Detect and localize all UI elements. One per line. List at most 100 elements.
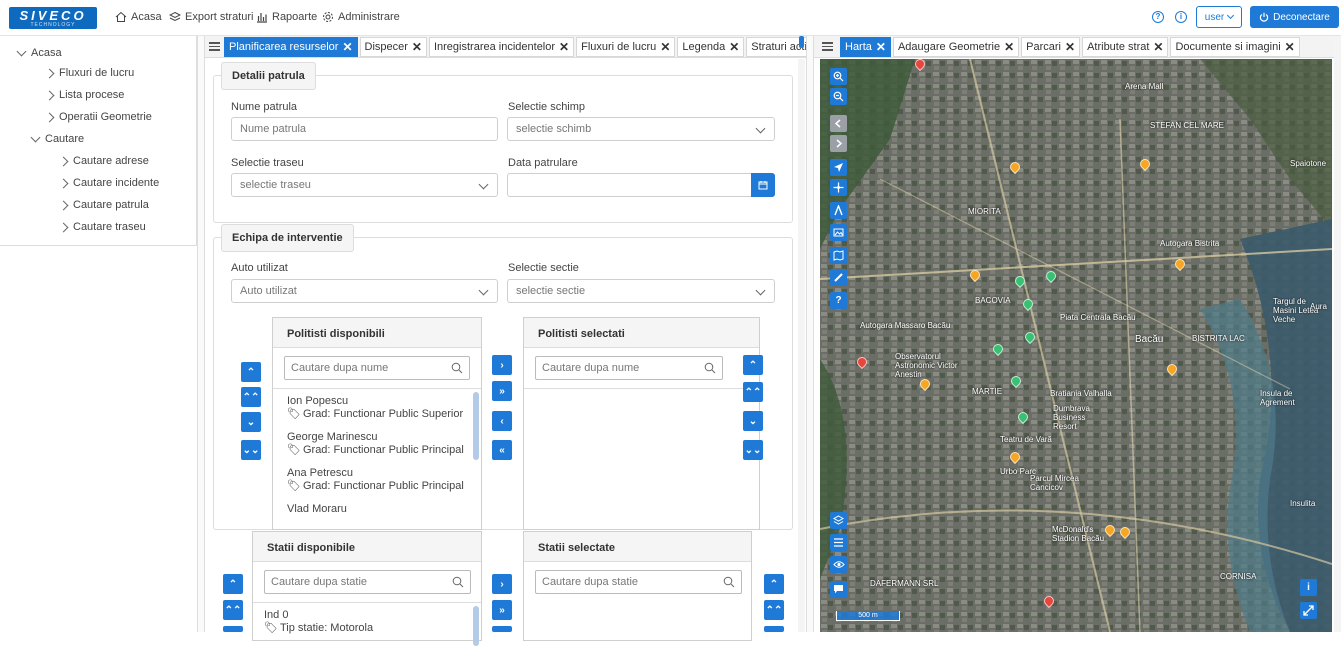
move-top-button[interactable]: ⌃⌃	[241, 387, 261, 407]
sidebar-item-procese[interactable]: Lista procese	[44, 89, 124, 101]
splitter-right[interactable]	[806, 36, 814, 632]
logout-button[interactable]: Deconectare	[1250, 6, 1339, 28]
image-icon[interactable]	[830, 224, 847, 241]
list-item[interactable]: Vlad Moraru	[287, 503, 347, 516]
close-icon[interactable]: ✕	[876, 40, 886, 54]
sidebar-item-geometrie[interactable]: Operatii Geometrie	[44, 111, 152, 123]
sidebar-item-cautare-adrese[interactable]: Cautare adrese	[58, 155, 149, 167]
list-item[interactable]: Ind 0 🏷 Tip statie: Motorola	[264, 609, 373, 635]
shift-select[interactable]: selectie schimb	[507, 117, 775, 141]
comment-icon[interactable]	[830, 581, 847, 598]
date-input[interactable]	[507, 173, 775, 197]
close-icon[interactable]: ✕	[1153, 40, 1163, 54]
map-book-icon[interactable]	[830, 247, 847, 264]
layers-map-icon[interactable]	[830, 512, 847, 529]
menu-icon[interactable]	[818, 37, 836, 57]
close-icon[interactable]: ✕	[729, 40, 739, 54]
sidebar-item-fluxuri[interactable]: Fluxuri de lucru	[44, 67, 134, 79]
tab-harta[interactable]: Harta ✕	[840, 36, 891, 57]
splitter-left[interactable]	[197, 36, 205, 632]
tab-incidente[interactable]: Inregistrarea incidentelor ✕	[428, 36, 575, 57]
list-item[interactable]: George Marinescu 🏷 Grad: Functionar Public…	[287, 431, 464, 457]
patrol-name-input[interactable]: Nume patrula	[231, 117, 498, 141]
selected-station-move-top-button[interactable]: ⌃⌃	[764, 600, 784, 620]
tab-scroll-thumb[interactable]	[799, 36, 804, 48]
info-icon[interactable]: i	[1175, 11, 1187, 23]
sidebar-item-cautare-patrula[interactable]: Cautare patrula	[58, 199, 149, 211]
officer-search-input[interactable]: Cautare dupa nume	[284, 356, 470, 380]
tab-fluxuri[interactable]: Fluxuri de lucru ✕	[576, 36, 676, 57]
tab-dispecer[interactable]: Dispecer ✕	[359, 36, 427, 57]
sidebar-item-acasa[interactable]: Acasa	[16, 46, 62, 59]
close-icon[interactable]: ✕	[1285, 40, 1295, 54]
station-move-top-button[interactable]: ⌃⌃	[223, 600, 243, 620]
move-all-left-button[interactable]: «	[492, 440, 512, 460]
station-move-up-button[interactable]: ⌃	[223, 574, 243, 594]
legend-list-icon[interactable]	[830, 534, 847, 551]
move-up-button[interactable]: ⌃	[241, 362, 261, 382]
user-dropdown[interactable]: user	[1196, 6, 1242, 28]
tab-planificare[interactable]: Planificarea resurselor ✕	[224, 36, 358, 57]
move-down-button[interactable]: ⌄	[241, 412, 261, 432]
eye-icon[interactable]	[830, 556, 847, 573]
station-move-right-button[interactable]: ›	[492, 574, 512, 594]
info-map-icon[interactable]: i	[1300, 579, 1317, 596]
help-icon[interactable]: ?	[1152, 11, 1164, 23]
nav-home[interactable]: Acasa	[115, 11, 162, 23]
satellite-map[interactable]: Arena Mall STEFAN CEL MARE Spaiotone MIO…	[820, 59, 1332, 632]
nav-admin[interactable]: Administrare	[322, 11, 400, 23]
close-icon[interactable]: ✕	[412, 40, 422, 54]
station-move-all-right-button[interactable]: »	[492, 600, 512, 620]
menu-icon[interactable]	[209, 37, 220, 57]
previous-extent-icon[interactable]	[830, 115, 847, 132]
tab-adaugare-geometrie[interactable]: Adaugare Geometrie ✕	[892, 36, 1020, 57]
list-item[interactable]: Ion Popescu 🏷 Grad: Functionar Public Supe…	[287, 395, 463, 421]
right-scrollbar[interactable]	[1334, 36, 1341, 632]
tab-atribute-strat[interactable]: Atribute strat ✕	[1082, 36, 1169, 57]
selected-station-search-input[interactable]: Cautare dupa statie	[535, 570, 742, 594]
station-list-scrollbar[interactable]	[473, 606, 479, 646]
section-select[interactable]: selectie sectie	[507, 279, 775, 303]
route-select[interactable]: selectie traseu	[231, 173, 498, 197]
siveco-logo[interactable]: SIVECO TECHNOLOGY	[9, 7, 97, 29]
move-right-button[interactable]: ›	[492, 355, 512, 375]
sidebar-item-cautare[interactable]: Cautare	[30, 132, 84, 145]
sidebar-item-cautare-incidente[interactable]: Cautare incidente	[58, 177, 159, 189]
selected-move-up-button[interactable]: ⌃	[743, 355, 763, 375]
close-icon[interactable]: ✕	[342, 40, 352, 54]
tab-legenda[interactable]: Legenda ✕	[677, 36, 745, 57]
tab-parcari[interactable]: Parcari ✕	[1021, 36, 1081, 57]
move-left-button[interactable]: ‹	[492, 411, 512, 431]
next-extent-icon[interactable]	[830, 135, 847, 152]
navigate-icon[interactable]	[830, 159, 847, 176]
selected-move-bottom-button[interactable]: ⌄⌄	[743, 440, 763, 460]
list-scrollbar[interactable]	[473, 392, 479, 460]
station-search-input[interactable]: Cautare dupa statie	[264, 570, 471, 594]
sidebar-item-cautare-traseu[interactable]: Cautare traseu	[58, 221, 146, 233]
selected-move-down-button[interactable]: ⌄	[743, 411, 763, 431]
selected-officer-search-input[interactable]: Cautare dupa nume	[535, 356, 723, 380]
measure-icon[interactable]	[830, 202, 847, 219]
nav-export[interactable]: Export straturi	[169, 11, 253, 23]
close-icon[interactable]: ✕	[660, 40, 670, 54]
pencil-icon[interactable]	[830, 269, 847, 286]
station-move-left-button[interactable]	[492, 626, 512, 632]
nav-reports[interactable]: Rapoarte	[256, 11, 317, 23]
move-bottom-button[interactable]: ⌄⌄	[241, 440, 261, 460]
pan-icon[interactable]	[830, 179, 847, 196]
move-all-right-button[interactable]: »	[492, 381, 512, 401]
zoom-in-icon[interactable]	[830, 68, 847, 85]
close-icon[interactable]: ✕	[1065, 40, 1075, 54]
tab-documente[interactable]: Documente si imagini ✕	[1170, 36, 1300, 57]
vehicle-select[interactable]: Auto utilizat	[231, 279, 498, 303]
fullscreen-icon[interactable]	[1300, 602, 1317, 619]
close-icon[interactable]: ✕	[1004, 40, 1014, 54]
selected-station-move-down-button[interactable]	[764, 626, 784, 632]
selected-move-top-button[interactable]: ⌃⌃	[743, 382, 763, 402]
close-icon[interactable]: ✕	[559, 40, 569, 54]
zoom-out-icon[interactable]	[830, 88, 847, 105]
list-item[interactable]: Ana Petrescu 🏷 Grad: Functionar Public Pri…	[287, 467, 464, 493]
station-move-down-button[interactable]	[223, 626, 243, 632]
calendar-button[interactable]	[751, 173, 775, 197]
selected-station-move-up-button[interactable]: ⌃	[764, 574, 784, 594]
